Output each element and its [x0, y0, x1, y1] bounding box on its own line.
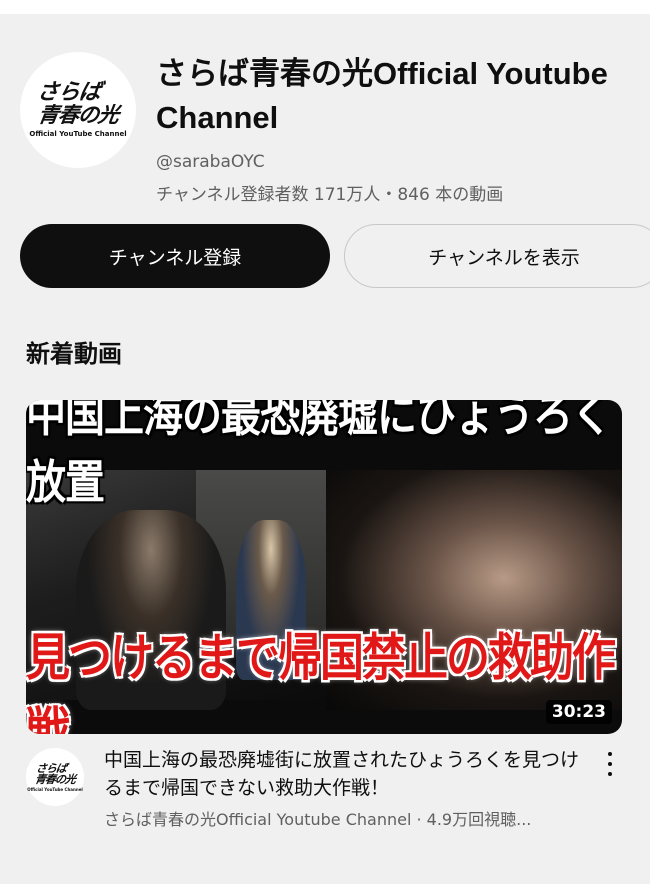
kebab-dot [608, 762, 612, 766]
kebab-dot [608, 752, 612, 756]
logo-text-line2: 青春の光 [34, 772, 76, 786]
video-title[interactable]: 中国上海の最恐廃墟街に放置されたひょうろくを見つけるまで帰国できない救助大作戦！ [104, 746, 594, 802]
video-channel-avatar[interactable]: さらば 青春の光 Official YouTube Channel [26, 748, 84, 806]
logo-subtext: Official YouTube Channel [29, 130, 127, 138]
video-meta: さらば青春の光Official Youtube Channel · 4.9万回視… [104, 810, 532, 829]
logo-subtext: Official YouTube Channel [27, 786, 83, 792]
status-bar-strip [0, 0, 650, 14]
video-thumbnail[interactable]: 中国上海の最恐廃墟にひょうろく放置 見つけるまで帰国禁止の救助作戦 30:23 [26, 400, 622, 734]
channel-name: さらば青春の光Official Youtube Channel [156, 56, 608, 135]
thumbnail-headline-bottom: 見つけるまで帰国禁止の救助作戦 [26, 629, 616, 734]
logo-text-line1: さらば [35, 761, 67, 775]
logo-text-line1: さらば [35, 80, 103, 105]
video-duration-badge: 30:23 [545, 700, 612, 724]
logo-text-line2: 青春の光 [36, 103, 120, 127]
channel-avatar[interactable]: さらば 青春の光 Official YouTube Channel [20, 52, 136, 168]
channel-stats: チャンネル登録者数 171万人・846 本の動画 [156, 185, 504, 205]
thumbnail-headline-top: 中国上海の最恐廃墟にひょうろく放置 [26, 400, 612, 510]
channel-handle: @sarabaOYC [156, 152, 265, 172]
more-options-icon[interactable] [600, 750, 620, 778]
kebab-dot [608, 772, 612, 776]
view-channel-button[interactable]: チャンネルを表示 [344, 224, 650, 288]
section-title-latest-videos: 新着動画 [26, 340, 122, 368]
subscribe-button[interactable]: チャンネル登録 [20, 224, 330, 288]
